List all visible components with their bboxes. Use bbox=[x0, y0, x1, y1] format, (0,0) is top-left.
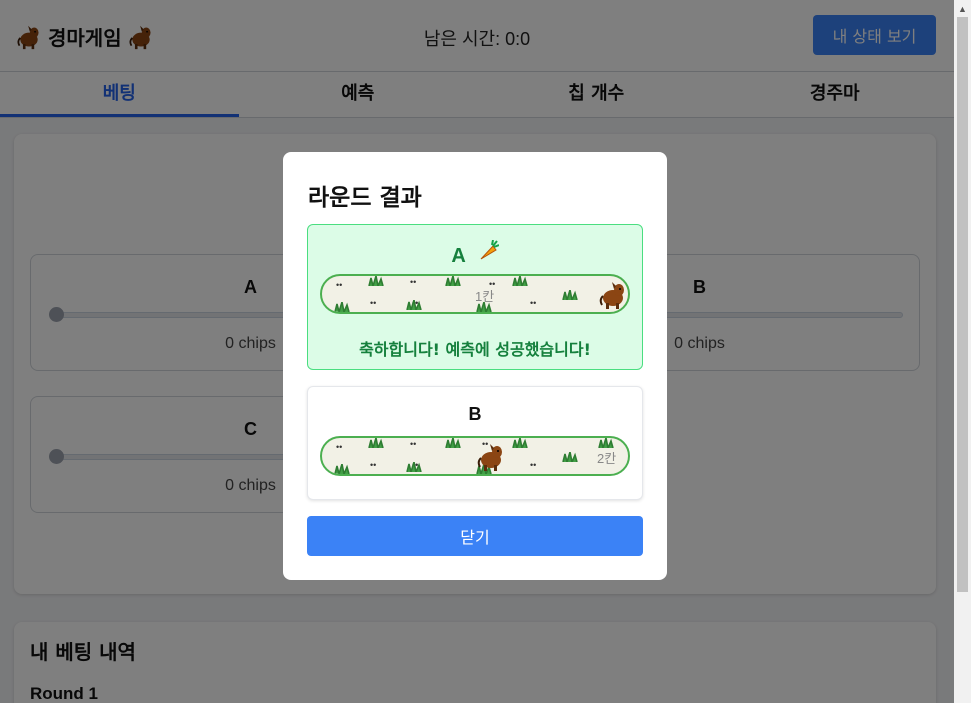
result-horse-name: A bbox=[308, 240, 642, 268]
success-message: 축하합니다! 예측에 성공했습니다! bbox=[359, 340, 591, 359]
grass-icon bbox=[334, 464, 350, 474]
position-label: 1칸 bbox=[475, 289, 495, 304]
scrollbar-thumb[interactable] bbox=[957, 17, 968, 592]
grass-icon bbox=[406, 462, 422, 472]
race-track: •• •• •• •• •• •• 1칸 bbox=[320, 274, 630, 314]
grass-icon bbox=[445, 438, 461, 448]
result-card-b: B •• •• •• •• •• •• 2칸 bbox=[307, 386, 643, 500]
carrot-icon bbox=[480, 240, 499, 260]
grass-icon bbox=[368, 276, 384, 286]
grass-icon bbox=[512, 438, 528, 448]
grass-icon bbox=[334, 302, 350, 312]
grass-icon bbox=[598, 438, 614, 448]
modal-title: 라운드 결과 bbox=[308, 185, 422, 211]
grass-icon bbox=[445, 276, 461, 286]
grass-icon bbox=[406, 300, 422, 310]
scroll-up-icon[interactable]: ▲ bbox=[958, 4, 967, 14]
result-horse-name: B bbox=[468, 404, 482, 424]
grass-icon bbox=[562, 290, 578, 300]
position-label: 2칸 bbox=[597, 451, 617, 466]
grass-icon bbox=[512, 276, 528, 286]
horse-icon bbox=[599, 281, 625, 310]
result-card-a: A •• •• •• •• •• •• 1칸 축하합니다! 예측에 성공했습니다… bbox=[307, 224, 643, 370]
horse-icon bbox=[477, 443, 503, 472]
horse-label: A bbox=[451, 245, 466, 267]
grass-icon bbox=[562, 452, 578, 462]
scrollbar[interactable]: ▲ bbox=[954, 0, 971, 703]
close-button[interactable]: 닫기 bbox=[307, 516, 643, 556]
grass-icon bbox=[368, 438, 384, 448]
round-result-modal: 라운드 결과 A •• •• •• •• •• •• 1칸 축하합니다! bbox=[283, 152, 667, 580]
race-track: •• •• •• •• •• •• 2칸 bbox=[320, 436, 630, 476]
